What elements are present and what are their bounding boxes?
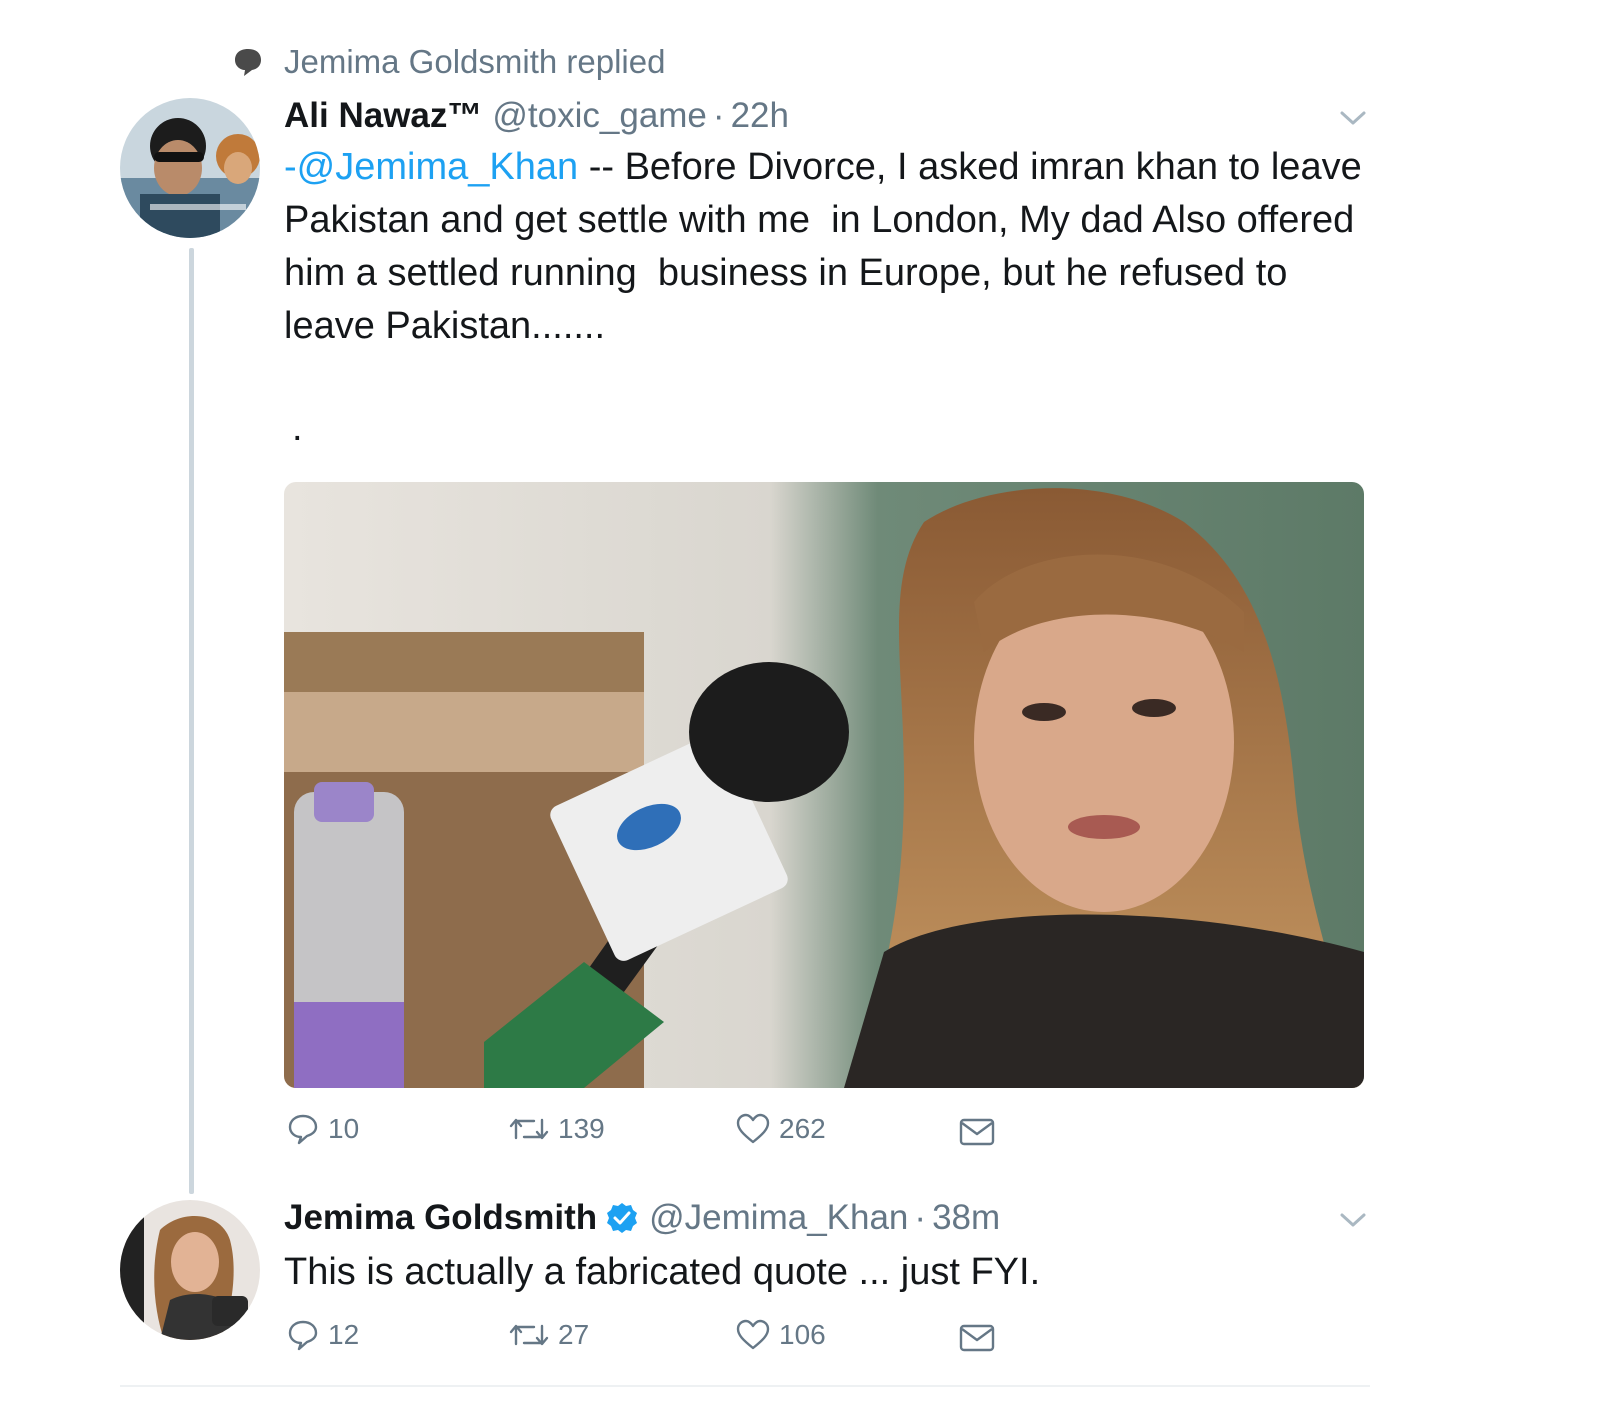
retweet-icon	[509, 1324, 549, 1346]
tweet-text-extra: .	[292, 407, 303, 449]
tweet-text: -@Jemima_Khan -- Before Divorce, I asked…	[284, 141, 1364, 353]
tweet-media-photo[interactable]	[284, 482, 1364, 1088]
like-icon	[736, 1319, 770, 1350]
reply-icon	[288, 1114, 318, 1145]
author-handle[interactable]: @Jemima_Khan	[649, 1198, 908, 1238]
tweet-time[interactable]: 22h	[731, 96, 789, 136]
like-icon	[736, 1113, 770, 1144]
tweet-text: This is actually a fabricated quote ... …	[284, 1251, 1041, 1293]
message-action[interactable]	[958, 1116, 1004, 1148]
author-name[interactable]: Ali Nawaz™	[284, 96, 482, 136]
retweet-action[interactable]: 27	[508, 1318, 589, 1352]
reply-action[interactable]: 10	[286, 1112, 359, 1146]
message-icon	[959, 1324, 995, 1352]
message-action[interactable]	[958, 1322, 1004, 1354]
reply-count: 10	[328, 1113, 360, 1144]
thread-line	[189, 248, 194, 1194]
retweet-icon	[509, 1118, 549, 1140]
retweet-action[interactable]: 139	[508, 1112, 605, 1146]
retweet-count: 139	[558, 1113, 605, 1144]
verified-badge-icon	[607, 1203, 638, 1233]
avatar-ali-nawaz[interactable]	[120, 98, 260, 238]
tweet-time[interactable]: 38m	[932, 1198, 1000, 1238]
reply-action[interactable]: 12	[286, 1318, 359, 1352]
speech-bubble-icon	[235, 49, 261, 76]
retweet-count: 27	[558, 1319, 590, 1350]
chevron-down-icon[interactable]	[1338, 108, 1368, 128]
tweet-header: Jemima Goldsmith @Jemima_Khan · 38m	[284, 1194, 1000, 1242]
like-count: 262	[779, 1113, 826, 1144]
author-handle[interactable]: @toxic_game	[492, 96, 707, 136]
reply-context: Jemima Goldsmith replied	[232, 40, 665, 84]
like-action[interactable]: 106	[735, 1318, 826, 1352]
message-icon	[959, 1118, 995, 1146]
separator: ·	[712, 96, 725, 135]
avatar-jemima-goldsmith[interactable]	[120, 1200, 260, 1340]
chevron-down-icon[interactable]	[1338, 1210, 1368, 1230]
tweet-header: Ali Nawaz™ @toxic_game · 22h	[284, 92, 789, 140]
reply-icon	[288, 1320, 318, 1351]
divider	[120, 1385, 1370, 1387]
author-name[interactable]: Jemima Goldsmith	[284, 1198, 597, 1238]
separator: ·	[914, 1198, 927, 1237]
like-count: 106	[779, 1319, 826, 1350]
reply-context-text: Jemima Goldsmith replied	[284, 43, 666, 80]
like-action[interactable]: 262	[735, 1112, 826, 1146]
mention-link[interactable]: -@Jemima_Khan	[284, 146, 578, 188]
reply-count: 12	[328, 1319, 360, 1350]
